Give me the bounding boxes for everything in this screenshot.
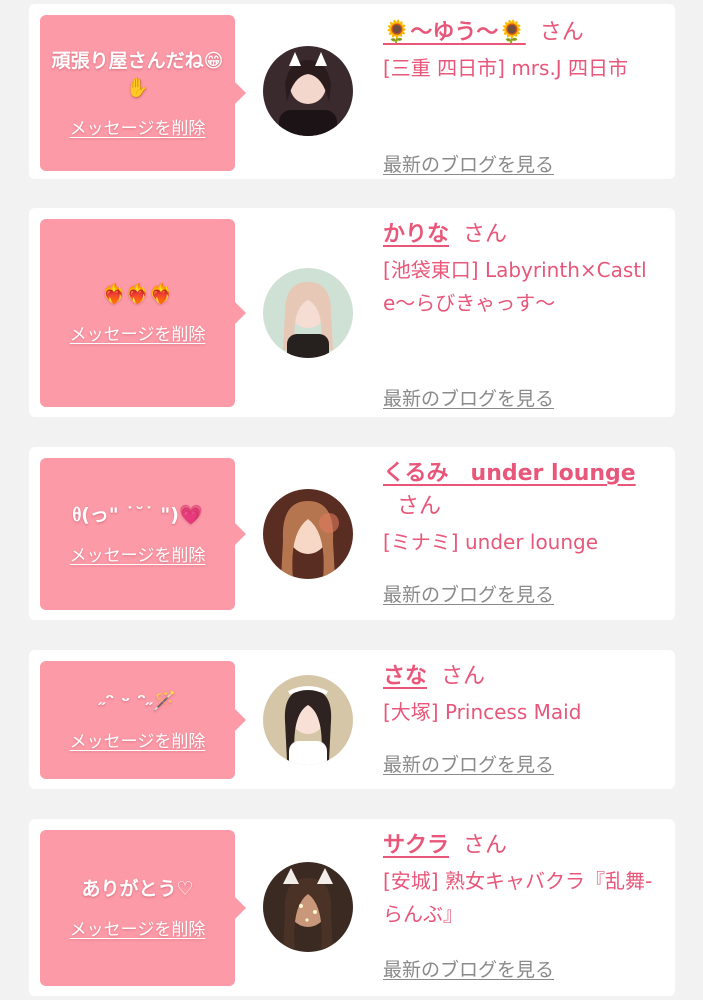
delete-message-link[interactable]: メッセージを削除 bbox=[70, 114, 206, 139]
avatar[interactable] bbox=[263, 489, 353, 579]
delete-message-link[interactable]: メッセージを削除 bbox=[70, 541, 206, 566]
message-card: ˶ᵔ ᵕ ᵔ˶🪄 メッセージを削除 さな さん [大塚] Princess Mai… bbox=[29, 650, 675, 789]
honorific: さん bbox=[463, 833, 508, 858]
profile-info: さな さん [大塚] Princess Maid 最新のブログを見る bbox=[383, 660, 655, 776]
profile-name-link[interactable]: さな bbox=[383, 664, 427, 689]
shop-info: [大塚] Princess Maid bbox=[383, 700, 582, 724]
avatar[interactable] bbox=[263, 46, 353, 136]
profile-name-link[interactable]: くるみ under lounge bbox=[383, 461, 636, 486]
profile-name-link[interactable]: かりな bbox=[383, 222, 449, 247]
profile-info: 🌻〜ゆう〜🌻 さん [三重 四日市] mrs.J 四日市 最新のブログを見る bbox=[383, 16, 655, 176]
avatar[interactable] bbox=[263, 862, 353, 952]
message-bubble: 頑張り屋さんだね😁✋ メッセージを削除 bbox=[40, 15, 246, 171]
latest-blog-link[interactable]: 最新のブログを見る bbox=[383, 580, 554, 607]
message-bubble: ˶ᵔ ᵕ ᵔ˶🪄 メッセージを削除 bbox=[40, 661, 246, 779]
profile-name-link[interactable]: 🌻〜ゆう〜🌻 bbox=[383, 20, 526, 45]
latest-blog-link[interactable]: 最新のブログを見る bbox=[383, 384, 554, 411]
avatar[interactable] bbox=[263, 675, 353, 765]
message-text: ˶ᵔ ᵕ ᵔ˶🪄 bbox=[98, 690, 177, 712]
message-bubble: ありがとう♡ メッセージを削除 bbox=[40, 830, 246, 986]
shop-info: [安城] 熟女キャバクラ『乱舞-らんぶ』 bbox=[383, 869, 653, 926]
latest-blog-link[interactable]: 最新のブログを見る bbox=[383, 150, 554, 177]
message-text: ᦲ(っ" ˙˘˙ ")💗 bbox=[72, 504, 203, 526]
honorific: さん bbox=[463, 222, 508, 247]
message-text: ありがとう♡ bbox=[81, 878, 194, 900]
latest-blog-link[interactable]: 最新のブログを見る bbox=[383, 750, 554, 777]
profile-info: くるみ under lounge さん [ミナミ] under lounge 最新… bbox=[383, 457, 655, 606]
message-card: 頑張り屋さんだね😁✋ メッセージを削除 🌻〜ゆう〜🌻 さん [三重 四日市] mr… bbox=[29, 4, 675, 179]
profile-info: サクラ さん [安城] 熟女キャバクラ『乱舞-らんぶ』 最新のブログを見る bbox=[383, 829, 655, 981]
honorific: さん bbox=[397, 494, 442, 519]
message-card: ❤️‍🔥❤️‍🔥❤️‍🔥 メッセージを削除 かりな さん [池袋東口] Labyr… bbox=[29, 208, 675, 417]
shop-info: [池袋東口] Labyrinth×Castle〜らびきゃっす〜 bbox=[383, 258, 647, 315]
message-text: 頑張り屋さんだね😁✋ bbox=[51, 49, 224, 99]
message-card: ありがとう♡ メッセージを削除 サクラ さん [安城] 熟女キャバクラ『乱舞-らん… bbox=[29, 819, 675, 996]
message-card: ᦲ(っ" ˙˘˙ ")💗 メッセージを削除 くるみ under lounge さん… bbox=[29, 447, 675, 620]
profile-info: かりな さん [池袋東口] Labyrinth×Castle〜らびきゃっす〜 最新… bbox=[383, 218, 655, 410]
honorific: さん bbox=[441, 664, 486, 689]
message-text: ❤️‍🔥❤️‍🔥❤️‍🔥 bbox=[102, 283, 173, 305]
delete-message-link[interactable]: メッセージを削除 bbox=[70, 915, 206, 940]
avatar[interactable] bbox=[263, 268, 353, 358]
profile-name-link[interactable]: サクラ bbox=[383, 833, 449, 858]
delete-message-link[interactable]: メッセージを削除 bbox=[70, 320, 206, 345]
honorific: さん bbox=[539, 20, 584, 45]
latest-blog-link[interactable]: 最新のブログを見る bbox=[383, 955, 554, 982]
message-bubble: ᦲ(っ" ˙˘˙ ")💗 メッセージを削除 bbox=[40, 458, 246, 610]
delete-message-link[interactable]: メッセージを削除 bbox=[70, 727, 206, 752]
shop-info: [三重 四日市] mrs.J 四日市 bbox=[383, 56, 629, 80]
shop-info: [ミナミ] under lounge bbox=[383, 530, 599, 554]
message-bubble: ❤️‍🔥❤️‍🔥❤️‍🔥 メッセージを削除 bbox=[40, 219, 246, 407]
